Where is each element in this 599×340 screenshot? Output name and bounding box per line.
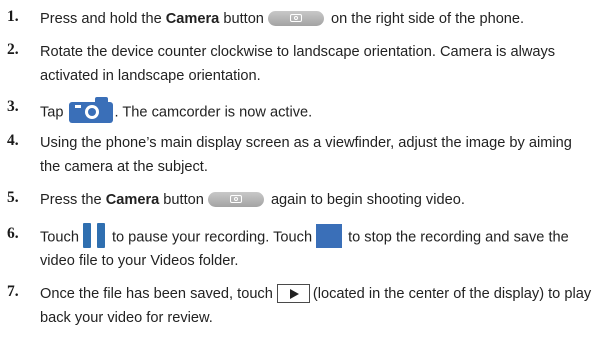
step-text-before: Press the [40, 192, 106, 208]
instruction-list: 1. Press and hold the Camera button on t… [0, 0, 599, 340]
camera-button-icon [207, 191, 264, 207]
pause-icon [81, 223, 109, 248]
step-text: Rotate the device counter clockwise to l… [40, 44, 556, 84]
step-number: 2. [7, 41, 19, 58]
stop-icon [316, 223, 343, 248]
step-text-before: Touch [40, 229, 79, 246]
camera-glyph-icon [68, 95, 114, 124]
step-text-after: . The camcorder is now active. [114, 104, 313, 121]
step-text: Press the Camera button again to begin s… [40, 189, 596, 213]
step-text-after: on the right side of the phone. [326, 11, 525, 27]
camera-label: Camera [165, 11, 220, 27]
step-text: Touch to pause your recording. Touch to st… [40, 223, 596, 274]
step-text-after: again to begin shooting video. [266, 192, 465, 208]
step-number: 5. [7, 189, 19, 206]
step-number: 3. [7, 98, 19, 115]
step-text-before: Once the file has been saved, touch [40, 286, 273, 302]
play-icon [276, 283, 310, 303]
step-text: Using the phone’s main display screen as… [40, 135, 572, 175]
step-text-middle: to pause your recording. Touch [111, 229, 313, 246]
camera-button-icon [267, 10, 324, 26]
step-number: 7. [7, 283, 19, 300]
step-text-middle: button [159, 192, 204, 208]
step-text-before: Tap [40, 104, 64, 121]
step-text: Once the file has been saved, touch (loca… [40, 283, 596, 330]
step-text: Tap . The camcorder is now active. [40, 95, 596, 127]
step-text-before: Press and hold the [40, 11, 166, 27]
camera-label: Camera [105, 192, 160, 208]
step-number: 6. [7, 225, 19, 242]
step-text: Press and hold the Camera button on the … [40, 8, 596, 32]
step-text-middle: button [219, 11, 264, 27]
step-number: 4. [7, 132, 19, 149]
step-number: 1. [7, 8, 19, 25]
